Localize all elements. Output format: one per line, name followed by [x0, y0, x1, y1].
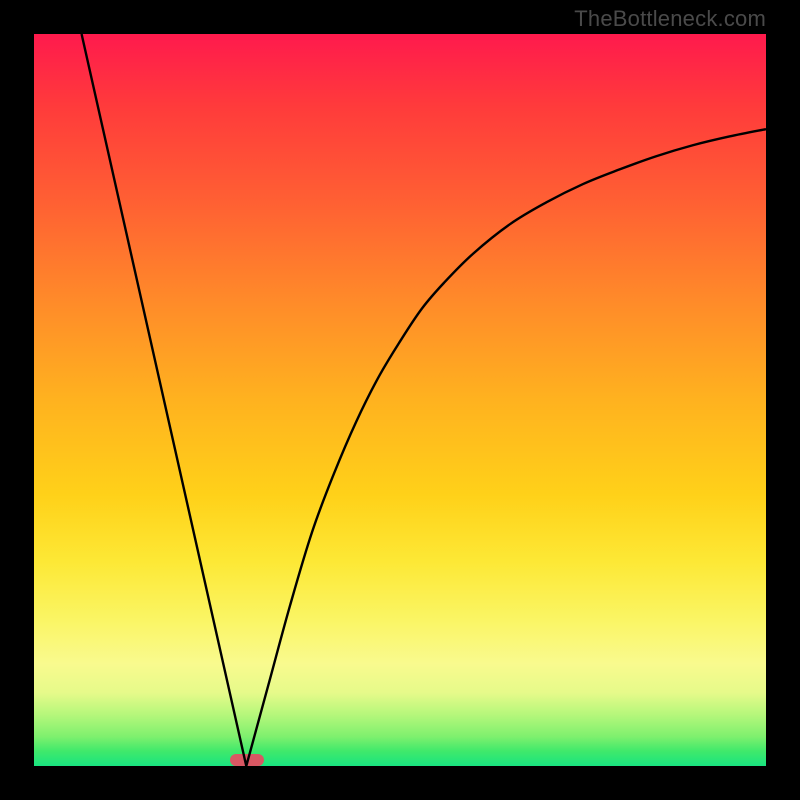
attribution-text: TheBottleneck.com	[574, 6, 766, 32]
plot-area	[34, 34, 766, 766]
bottleneck-curve	[82, 34, 766, 766]
curve-svg	[34, 34, 766, 766]
chart-container: TheBottleneck.com	[0, 0, 800, 800]
